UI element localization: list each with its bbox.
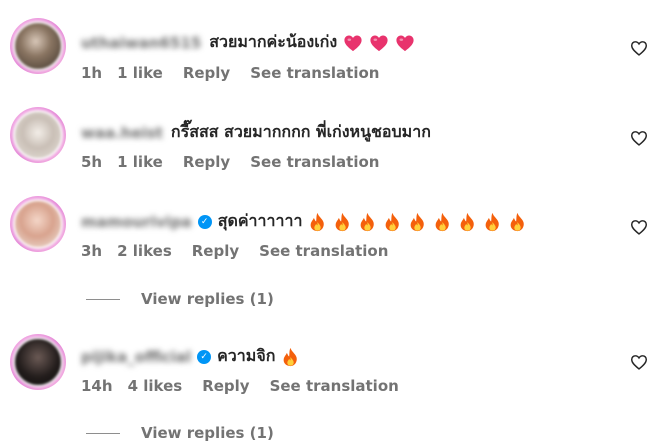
heart-emoji-icon [344,35,362,52]
see-translation-button[interactable]: See translation [270,377,399,395]
avatar-image [13,21,63,71]
comment-time: 1h [81,64,103,82]
avatar[interactable] [10,196,66,252]
comment-username[interactable]: waa.heist [81,124,163,142]
see-translation-button[interactable]: See translation [250,64,379,82]
comment-text: กรี๊สสส สวยมากกกก พี่เก่งหนูชอบมาก [170,122,431,141]
comment-time: 3h [81,242,103,260]
heart-outline-icon[interactable] [630,219,648,235]
comment-text: สุดค่าาาาาา [217,211,303,230]
comment-text: ความจิก [217,346,276,365]
fire-emoji-icon [386,212,400,231]
fire-emoji-icon [411,212,425,231]
fire-emoji-icon [461,212,475,231]
comment-likes[interactable]: 4 likes [128,377,183,395]
comment-username[interactable]: pijika_official [81,348,191,366]
view-replies-button[interactable]: View replies (1) [86,424,274,442]
fire-emoji-icon [284,347,298,366]
reply-button[interactable]: Reply [183,64,230,82]
reply-button[interactable]: Reply [183,153,230,171]
verified-badge-icon: ✓ [197,349,212,364]
fire-emoji-icon [361,212,375,231]
avatar[interactable] [10,107,66,163]
comment-time: 14h [81,377,113,395]
view-replies-button[interactable]: View replies (1) [86,290,274,308]
reply-button[interactable]: Reply [202,377,249,395]
comment-username[interactable]: mamourivipa [81,213,192,231]
comment-likes[interactable]: 1 like [117,64,163,82]
fire-emoji-icon [486,212,500,231]
comment-likes[interactable]: 2 likes [117,242,172,260]
view-replies-label[interactable]: View replies (1) [141,424,274,442]
avatar-image [13,110,63,160]
heart-emoji-icon [396,35,414,52]
see-translation-button[interactable]: See translation [250,153,379,171]
heart-outline-icon[interactable] [630,40,648,56]
comment-likes[interactable]: 1 like [117,153,163,171]
comment-emoji-group [337,33,415,53]
avatar-image [13,199,63,249]
fire-emoji-icon [336,212,350,231]
heart-outline-icon[interactable] [630,354,648,370]
see-translation-button[interactable]: See translation [259,242,388,260]
fire-emoji-icon [311,212,325,231]
avatar-image [13,337,63,387]
avatar[interactable] [10,18,66,74]
comment-text: สวยมากค่ะน้องเก่ง [209,32,338,51]
comment-emoji-group [302,211,527,232]
heart-outline-icon[interactable] [630,130,648,146]
comment-time: 5h [81,153,103,171]
comment-username[interactable]: uthaiwan6515 [81,34,201,52]
verified-badge-icon: ✓ [197,214,212,229]
reply-button[interactable]: Reply [192,242,239,260]
replies-divider [86,298,120,300]
fire-emoji-icon [436,212,450,231]
view-replies-label[interactable]: View replies (1) [141,290,274,308]
heart-emoji-icon [370,35,388,52]
comment-emoji-group [275,346,300,367]
fire-emoji-icon [511,212,525,231]
avatar[interactable] [10,334,66,390]
replies-divider [86,432,120,434]
